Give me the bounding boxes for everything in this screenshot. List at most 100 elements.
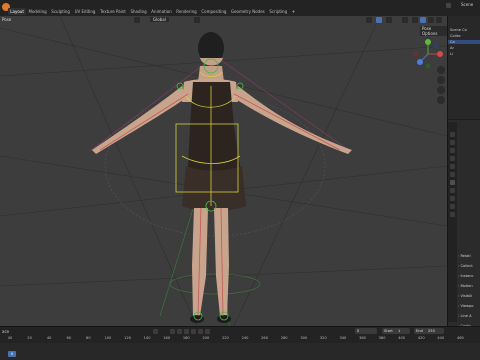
viewport-header-icons (134, 17, 444, 23)
scene-name[interactable]: Scene (461, 2, 473, 7)
timeline-menu-label[interactable]: ace (2, 329, 9, 334)
panel-collections[interactable]: Collect (458, 264, 472, 268)
tab-compositing[interactable]: Compositing (199, 8, 229, 15)
timeline-tick-label: 140 (143, 336, 151, 340)
jump-start-icon[interactable] (170, 329, 175, 334)
constraints-tab-icon[interactable] (450, 204, 455, 209)
outliner-row[interactable]: Li (450, 52, 453, 56)
zoom-icon[interactable] (437, 66, 445, 74)
3d-viewport[interactable]: Pose Global Pose Options (0, 16, 447, 334)
timeline-editor: ace 0 Start 1 End 250 40 20 40 60 80 100 120 14… (0, 326, 480, 360)
y-axis-handle[interactable] (425, 39, 431, 45)
jump-end-icon[interactable] (205, 329, 210, 334)
shading-material-icon[interactable] (428, 17, 434, 23)
viewport-scene[interactable] (0, 16, 447, 334)
start-frame-field[interactable]: Start 1 (382, 328, 410, 334)
x-axis-handle[interactable] (437, 51, 443, 57)
object-type-icon[interactable] (134, 17, 140, 23)
timeline-tick-label: 420 (417, 336, 425, 340)
perspective-toggle-icon[interactable] (437, 96, 445, 104)
timeline-tick-label: 300 (300, 336, 308, 340)
timeline-tick-label: 380 (378, 336, 386, 340)
render-tab-icon[interactable] (450, 140, 455, 145)
timeline-tick-label: 280 (280, 336, 288, 340)
neg-x-axis-handle[interactable] (413, 51, 419, 57)
neg-y-axis-handle[interactable] (425, 63, 431, 69)
shading-wireframe-icon[interactable] (412, 17, 418, 23)
view-layer-tab-icon[interactable] (450, 156, 455, 161)
next-keyframe-icon[interactable] (198, 329, 203, 334)
outliner-row[interactable]: Scene Co (450, 28, 467, 32)
timeline-tick-label: 320 (319, 336, 327, 340)
add-workspace-button[interactable]: + (289, 8, 297, 15)
output-tab-icon[interactable] (450, 148, 455, 153)
interaction-mode-select[interactable]: Pose (2, 17, 11, 22)
timeline-tick-label: 80 (86, 336, 91, 340)
panel-line-art[interactable]: Line A (458, 314, 471, 318)
tab-scripting[interactable]: Scripting (267, 8, 289, 15)
top-bar: Layout Modeling Sculpting UV Editing Tex… (0, 0, 480, 16)
timeline-tick-label: 260 (261, 336, 269, 340)
physics-tab-icon[interactable] (450, 196, 455, 201)
workspace-tabs: Layout Modeling Sculpting UV Editing Tex… (8, 8, 297, 15)
tab-modeling[interactable]: Modeling (26, 8, 49, 15)
camera-view-icon[interactable] (437, 86, 445, 94)
timeline-tick-label: 160 (163, 336, 171, 340)
timeline-controls: ace 0 Start 1 End 250 (0, 327, 480, 335)
neg-z-axis-handle[interactable] (433, 43, 439, 49)
tab-sculpting[interactable]: Sculpting (49, 8, 72, 15)
record-icon[interactable] (153, 329, 158, 334)
play-icon[interactable] (191, 329, 196, 334)
tab-layout[interactable]: Layout (8, 8, 27, 15)
tab-animation[interactable]: Animation (149, 8, 174, 15)
timeline-tick-label: 200 (202, 336, 210, 340)
outliner-row-selected[interactable]: Ca (448, 40, 480, 44)
modifier-tab-icon[interactable] (450, 188, 455, 193)
tool-tab-icon[interactable] (450, 132, 455, 137)
pose-options-dropdown[interactable]: Pose Options (420, 26, 447, 36)
xray-toggle-icon[interactable] (402, 17, 408, 23)
tab-texture-paint[interactable]: Texture Paint (98, 8, 128, 15)
outliner-row[interactable]: Ar (450, 46, 454, 50)
timeline-ruler[interactable]: 40 20 40 60 80 100 120 140 160 180 200 220 240 260 280… (0, 335, 480, 342)
panel-visibility[interactable]: Visibili (458, 294, 472, 298)
timeline-tick-label: 220 (221, 336, 229, 340)
end-frame-field[interactable]: End 250 (414, 328, 444, 334)
current-frame-field[interactable]: 0 (355, 328, 377, 334)
shading-solid-icon[interactable] (420, 17, 426, 23)
tab-geometry-nodes[interactable]: Geometry Nodes (229, 8, 267, 15)
scene-tab-icon[interactable] (450, 164, 455, 169)
tab-shading[interactable]: Shading (128, 8, 149, 15)
play-reverse-icon[interactable] (184, 329, 189, 334)
top-right-controls (440, 2, 480, 14)
z-axis-handle[interactable] (417, 59, 423, 65)
panel-instancing[interactable]: Instanc (458, 274, 473, 278)
tab-rendering[interactable]: Rendering (174, 8, 199, 15)
outliner-panel: Scene Co Collec Ca Ar Li (447, 16, 480, 119)
pan-hand-icon[interactable] (437, 76, 445, 84)
world-tab-icon[interactable] (450, 172, 455, 177)
overlay-toggle-icon[interactable] (386, 17, 392, 23)
visibility-icon[interactable] (366, 17, 372, 23)
timeline-track[interactable]: 0 (0, 343, 480, 360)
object-tab-icon[interactable] (450, 180, 455, 185)
timeline-tick-label: 120 (124, 336, 131, 340)
shading-rendered-icon[interactable] (436, 17, 442, 23)
playhead[interactable]: 0 (8, 351, 16, 357)
panel-relations[interactable]: Relati (458, 254, 470, 258)
data-tab-icon[interactable] (450, 212, 455, 217)
timeline-tick-label: 180 (182, 336, 190, 340)
snap-icon[interactable] (194, 17, 200, 23)
timeline-tick-label: 20 (27, 336, 32, 340)
panel-viewport-display[interactable]: Viewpo (458, 304, 473, 308)
gizmo-toggle-icon[interactable] (376, 17, 382, 23)
start-frame-label: Start (384, 329, 393, 333)
viewport-header: Pose Global (0, 16, 447, 25)
scene-icon[interactable] (446, 3, 451, 8)
timeline-tick-label: 440 (437, 336, 445, 340)
tab-uv-editing[interactable]: UV Editing (72, 8, 97, 15)
prev-keyframe-icon[interactable] (177, 329, 182, 334)
timeline-tick-label: 360 (359, 336, 366, 340)
panel-motion-paths[interactable]: Motion (458, 284, 472, 288)
outliner-row[interactable]: Collec (450, 34, 461, 38)
